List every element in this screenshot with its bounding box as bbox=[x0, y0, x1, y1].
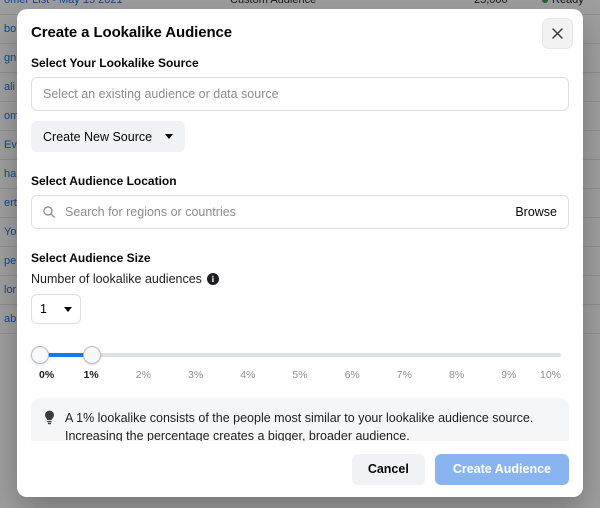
slider-tick: 3% bbox=[188, 369, 204, 381]
create-new-source-button[interactable]: Create New Source bbox=[31, 121, 186, 152]
close-button[interactable] bbox=[542, 18, 573, 49]
audience-size-label: Select Audience Size bbox=[31, 251, 151, 265]
slider-tick: 6% bbox=[344, 369, 360, 381]
audience-size-section: Select Audience Size Number of lookalike… bbox=[31, 251, 569, 390]
slider-tick: 8% bbox=[449, 369, 465, 381]
slider-track[interactable] bbox=[39, 353, 561, 357]
slider-tick: 2% bbox=[135, 369, 151, 381]
audience-size-slider[interactable]: 0% 1% 2% 3% 4% 5% 6% 7% 8% 9% 10% bbox=[31, 344, 569, 390]
lookalike-source-input[interactable]: Select an existing audience or data sour… bbox=[31, 77, 569, 111]
search-icon bbox=[42, 205, 56, 219]
lookalike-count-label: Number of lookalike audiences bbox=[31, 272, 202, 286]
chevron-down-icon bbox=[64, 306, 72, 312]
cancel-button[interactable]: Cancel bbox=[351, 453, 425, 485]
dialog-header: Create a Lookalike Audience bbox=[17, 9, 583, 56]
lookalike-count-select[interactable]: 1 bbox=[31, 294, 81, 324]
create-audience-button[interactable]: Create Audience bbox=[434, 453, 569, 485]
slider-handle-start[interactable] bbox=[31, 346, 49, 364]
info-icon[interactable]: i bbox=[206, 273, 219, 285]
slider-tick: 10% bbox=[539, 369, 561, 381]
dialog-body: Select Your Lookalike Source Select an e… bbox=[17, 56, 583, 457]
browse-link[interactable]: Browse bbox=[515, 205, 557, 219]
slider-handle-end[interactable] bbox=[83, 346, 102, 364]
audience-location-label: Select Audience Location bbox=[31, 174, 177, 188]
chevron-down-icon bbox=[165, 134, 174, 139]
audience-location-section: Select Audience Location Search for regi… bbox=[31, 174, 569, 229]
lookalike-source-label: Select Your Lookalike Source bbox=[31, 56, 199, 70]
page-title: Create a Lookalike Audience bbox=[31, 24, 232, 41]
create-new-source-label: Create New Source bbox=[43, 129, 153, 144]
slider-tick: 4% bbox=[240, 369, 256, 381]
lookalike-count-label-row: Number of lookalike audiences i bbox=[31, 272, 569, 286]
slider-tick-labels: 0% 1% 2% 3% 4% 5% 6% 7% 8% 9% 10% bbox=[31, 369, 569, 385]
dialog-footer: Cancel Create Audience bbox=[17, 441, 583, 497]
slider-tick: 1% bbox=[83, 369, 99, 381]
lookalike-source-section: Select Your Lookalike Source Select an e… bbox=[31, 56, 569, 152]
slider-tick: 0% bbox=[39, 369, 55, 381]
location-search-placeholder: Search for regions or countries bbox=[65, 205, 236, 219]
lookalike-source-placeholder: Select an existing audience or data sour… bbox=[43, 87, 279, 101]
lightbulb-icon bbox=[43, 410, 56, 425]
slider-tick: 5% bbox=[292, 369, 308, 381]
slider-tick: 9% bbox=[501, 369, 517, 381]
slider-tick: 7% bbox=[396, 369, 412, 381]
tip-text: A 1% lookalike consists of the people mo… bbox=[65, 411, 534, 444]
create-lookalike-audience-dialog: Create a Lookalike Audience Select Your … bbox=[17, 9, 583, 497]
location-search-input[interactable]: Search for regions or countries Browse bbox=[31, 195, 569, 229]
close-icon bbox=[550, 26, 565, 41]
lookalike-count-value: 1 bbox=[40, 302, 47, 316]
